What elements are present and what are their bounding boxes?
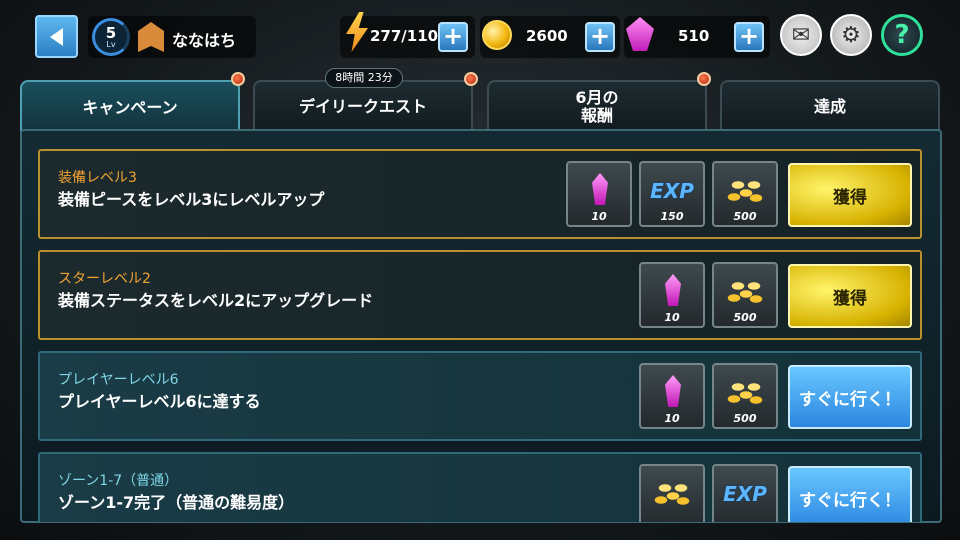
mission-title: 装備レベル3 (58, 170, 137, 186)
rank-icon (138, 22, 164, 52)
reward-exp[interactable]: EXP (712, 464, 778, 522)
mail-button[interactable]: ✉ (780, 14, 822, 56)
player-info[interactable]: 5 Lv ななはち (88, 16, 256, 58)
reward-amount: 500 (733, 412, 757, 425)
reward-exp[interactable]: EXP 150 (639, 161, 705, 227)
gem-icon (665, 274, 681, 306)
question-mark-icon: ? (894, 20, 910, 50)
settings-button[interactable]: ⚙ (830, 14, 872, 56)
coin-pile-icon (653, 480, 693, 508)
reward-gold[interactable]: 500 (712, 161, 778, 227)
reward-amount: 500 (733, 311, 757, 324)
reward-amount: 10 (591, 210, 607, 223)
reward-gold[interactable] (639, 464, 705, 522)
tab-campaign[interactable]: キャンペーン (20, 80, 240, 134)
tab-daily-quest-label: デイリークエスト (298, 96, 427, 116)
mission-title: スターレベル2 (58, 271, 151, 287)
tab-campaign-notification-dot (231, 72, 245, 86)
mission-row: 装備レベル3 装備ピースをレベル3にレベルアップ 10 EXP 150 500 … (38, 149, 922, 239)
tab-monthly-notification-dot (697, 72, 711, 86)
claim-button[interactable]: 獲得 (788, 264, 912, 328)
exp-icon: EXP (650, 179, 694, 203)
go-now-button[interactable]: すぐに行く！ (788, 365, 912, 429)
top-bar: 5 Lv ななはち 277/110 + 2600 + 510 + ✉ ⚙ ? (0, 0, 960, 70)
player-level-badge: 5 Lv (92, 18, 130, 56)
add-gems-button[interactable]: + (734, 22, 764, 52)
reward-gold[interactable]: 500 (712, 262, 778, 328)
daily-quest-timer: 8時間 23分 (325, 68, 403, 88)
tab-campaign-label: キャンペーン (82, 97, 178, 117)
back-arrow-icon (50, 27, 63, 46)
add-gold-button[interactable]: + (585, 22, 615, 52)
back-button[interactable] (35, 15, 78, 58)
tab-monthly-reward-label: 6月の 報酬 (575, 87, 619, 125)
gem-value: 510 (678, 27, 710, 45)
go-now-button[interactable]: すぐに行く！ (788, 466, 912, 522)
reward-amount: 10 (664, 412, 680, 425)
tab-monthly-reward[interactable]: 6月の 報酬 (487, 80, 707, 132)
mission-description: プレイヤーレベル6に達する (58, 392, 261, 411)
reward-amount: 10 (664, 311, 680, 324)
tab-achievements[interactable]: 達成 (720, 80, 940, 132)
reward-gem[interactable]: 10 (566, 161, 632, 227)
coin-pile-icon (726, 177, 766, 205)
mission-row: スターレベル2 装備ステータスをレベル2にアップグレード 10 500 獲得 (38, 250, 922, 340)
player-name: ななはち (172, 31, 237, 50)
tab-daily-notification-dot (464, 72, 478, 86)
tab-achievements-label: 達成 (813, 96, 846, 116)
exp-icon: EXP (723, 482, 767, 506)
help-button[interactable]: ? (881, 14, 923, 56)
coin-pile-icon (726, 379, 766, 407)
gear-icon: ⚙ (841, 22, 861, 48)
mission-title: ゾーン1-7（普通） (58, 473, 179, 489)
gold-value: 2600 (526, 27, 568, 45)
energy-value: 277/110 (370, 27, 439, 45)
reward-amount: 500 (733, 210, 757, 223)
mission-row: ゾーン1-7（普通） ゾーン1-7完了（普通の難易度） EXP すぐに行く！ (38, 452, 922, 522)
mission-description: 装備ピースをレベル3にレベルアップ (58, 190, 325, 209)
coin-pile-icon (726, 278, 766, 306)
mission-description: ゾーン1-7完了（普通の難易度） (58, 493, 295, 512)
reward-gem[interactable]: 10 (639, 363, 705, 429)
gem-icon (592, 173, 608, 205)
mission-list[interactable]: 装備レベル3 装備ピースをレベル3にレベルアップ 10 EXP 150 500 … (20, 130, 942, 522)
reward-gem[interactable]: 10 (639, 262, 705, 328)
mission-row: プレイヤーレベル6 プレイヤーレベル6に達する 10 500 すぐに行く！ (38, 351, 922, 441)
reward-gold[interactable]: 500 (712, 363, 778, 429)
claim-button[interactable]: 獲得 (788, 163, 912, 227)
mission-title: プレイヤーレベル6 (58, 372, 179, 388)
player-level-label: Lv (106, 40, 116, 49)
player-level: 5 (105, 24, 117, 42)
envelope-icon: ✉ (791, 22, 811, 48)
mission-description: 装備ステータスをレベル2にアップグレード (58, 291, 374, 310)
coin-icon (482, 20, 512, 50)
add-energy-button[interactable]: + (438, 22, 468, 52)
reward-amount: 150 (660, 210, 684, 223)
gem-icon (665, 375, 681, 407)
